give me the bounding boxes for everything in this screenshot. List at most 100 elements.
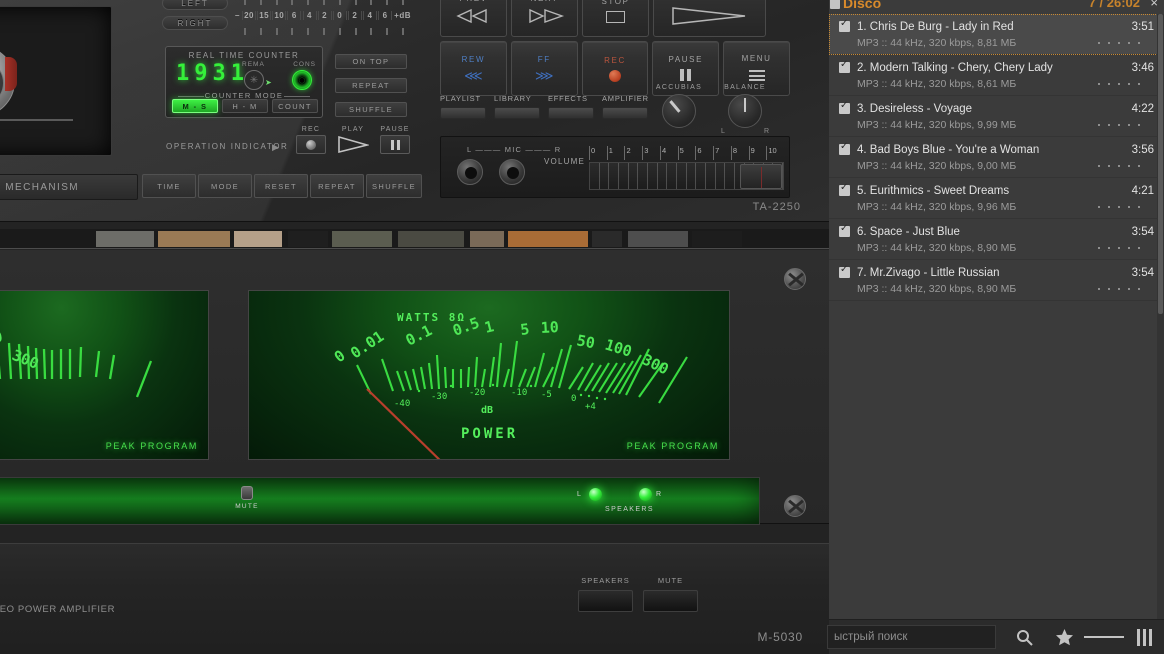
vu-db-numbers: – 20 15 10 6 4 2 0 2 4 6 +dB [234,7,412,23]
svg-text:1: 1 [483,317,496,337]
rewind-button[interactable]: REW ⋘ [440,41,507,96]
track-line-primary: 2. Modern Talking - Chery, Chery Lady 3:… [839,59,1154,76]
track-rating-dots[interactable] [1098,123,1140,126]
svg-text:0.01: 0.01 [347,327,387,362]
table-row[interactable]: 1. Chris De Burg - Lady in Red 3:51 MP3 … [829,14,1164,55]
track-rating-dots[interactable] [1098,246,1140,249]
table-row[interactable]: 7. Mr.Zivago - Little Russian 3:54 MP3 :… [829,260,1164,301]
vu-meter-right: 0 0.01 0.1 0.5 1 5 10 50 100 300 WATTS 8… [248,290,730,460]
balance-label: BALANCE [724,84,766,91]
star-icon[interactable] [1044,620,1084,654]
close-icon[interactable]: × [1150,0,1158,10]
volume-slider-thumb[interactable] [740,164,782,189]
track-duration: 3:56 [1131,143,1154,156]
table-row[interactable]: 3. Desireless - Voyage 4:22 MP3 :: 44 kH… [829,96,1164,137]
playlist-scrollbar-thumb[interactable] [1158,14,1163,314]
mode-library[interactable]: LIBRARY [494,94,540,119]
track-checkbox[interactable] [839,264,850,278]
pause-icon [679,68,693,83]
playlist-checkbox[interactable] [830,0,840,9]
mode-effects-key[interactable] [548,107,594,119]
record-icon [608,69,621,82]
track-rating-dots[interactable] [1098,205,1140,208]
cons-indicator[interactable]: ◉ [292,70,312,90]
mic-jack-right[interactable] [499,159,525,185]
track-checkbox[interactable] [839,100,850,114]
func-reset[interactable]: RESET [254,174,308,198]
table-row[interactable]: 2. Modern Talking - Chery, Chery Lady 3:… [829,55,1164,96]
fastforward-button[interactable]: FF ⋙ [510,41,578,96]
track-line-secondary: MP3 :: 44 kHz, 320 kbps, 9,96 МБ [839,199,1154,214]
mode-playlist[interactable]: PLAYLIST [440,94,486,119]
toggle-on-top[interactable]: ON TOP [335,54,407,69]
svg-text:-20: -20 [469,388,485,398]
hamburger-icon[interactable] [1084,620,1124,654]
stop-button[interactable]: STOP [582,0,649,37]
table-row[interactable]: 5. Eurithmics - Sweet Dreams 4:21 MP3 ::… [829,178,1164,219]
amp-speakers-button[interactable]: SPEAKERS [578,576,633,612]
track-duration: 3:54 [1131,225,1154,238]
mode-effects[interactable]: EFFECTS [548,94,594,119]
vu-meter-right-graphic: 0 0.01 0.1 0.5 1 5 10 50 100 300 WATTS 8… [331,311,688,459]
mechanism-label: MECHANISM [5,181,79,193]
search-input[interactable]: ыстрый поиск [827,625,996,649]
toggle-repeat[interactable]: REPEAT [335,78,407,93]
func-time[interactable]: TIME [142,174,196,198]
track-checkbox[interactable] [839,59,850,73]
track-line-primary: 3. Desireless - Voyage 4:22 [839,100,1154,117]
playlist-toolbar: ыстрый поиск [827,619,1164,654]
amp-mute-key[interactable] [643,590,698,612]
mute-button-small[interactable] [241,486,253,500]
operation-indicator-group: REC PLAY PAUSE [296,126,410,160]
func-mode[interactable]: MODE [198,174,252,198]
track-rating-dots[interactable] [1098,164,1140,167]
volume-slider[interactable] [589,162,784,190]
playlist-scrollbar[interactable] [1157,14,1164,619]
amp-speakers-key[interactable] [578,590,633,612]
play-button[interactable]: PLAY [653,0,766,37]
mode-library-key[interactable] [494,107,540,119]
mode-playlist-key[interactable] [440,107,486,119]
search-icon[interactable] [1004,620,1044,654]
prev-button[interactable]: PREV [440,0,507,37]
mode-amplifier-key[interactable] [602,107,648,119]
vol-tick-3: 3 [642,146,660,160]
track-checkbox[interactable] [839,18,850,32]
track-checkbox[interactable] [839,223,850,237]
rema-indicator[interactable]: ✳ [244,70,264,90]
func-repeat[interactable]: REPEAT [310,174,364,198]
mode-button-row: PLAYLIST LIBRARY EFFECTS AMPLIFIER [440,94,690,119]
amp-mute-button[interactable]: MUTE [643,576,698,612]
indicator-rec-label: REC [301,126,321,133]
stop-icon [606,10,625,23]
track-checkbox[interactable] [839,141,850,155]
amplifier-title: STEREO POWER AMPLIFIER [0,604,116,615]
next-button[interactable]: NEXT [511,0,578,37]
track-duration: 4:21 [1131,184,1154,197]
track-rating-dots[interactable] [1098,287,1140,290]
columns-icon[interactable] [1124,620,1164,654]
counter-mode-ms[interactable]: M - S [172,99,218,113]
track-rating-dots[interactable] [1098,82,1140,85]
mode-amplifier[interactable]: AMPLIFIER [602,94,648,119]
rewind-label: REW [461,55,486,64]
track-line-secondary: MP3 :: 44 kHz, 320 kbps, 8,81 МБ [839,35,1154,50]
track-line-secondary: MP3 :: 44 kHz, 320 kbps, 8,90 МБ [839,240,1154,255]
record-dot-icon [296,135,326,154]
track-checkbox[interactable] [839,182,850,196]
glowbar-mute[interactable]: MUTE [227,486,267,510]
counter-mode-hm[interactable]: H - M [222,99,268,113]
playlist-track-list[interactable]: 1. Chris De Burg - Lady in Red 3:51 MP3 … [829,14,1164,619]
accubias-knob[interactable] [662,94,696,128]
track-rating-dots[interactable] [1098,41,1140,44]
track-title: 7. Mr.Zivago - Little Russian [857,266,1000,279]
record-button[interactable]: REC [581,41,649,96]
table-row[interactable]: 6. Space - Just Blue 3:54 MP3 :: 44 kHz,… [829,219,1164,260]
func-shuffle[interactable]: SHUFFLE [366,174,422,198]
table-row[interactable]: 4. Bad Boys Blue - You're a Woman 3:56 M… [829,137,1164,178]
balance-knob[interactable] [728,94,762,128]
counter-mode-count[interactable]: COUNT [272,99,318,113]
toggle-shuffle[interactable]: SHUFFLE [335,102,407,117]
db-minus-sign: – [235,10,240,20]
mic-jack-left[interactable] [457,159,483,185]
